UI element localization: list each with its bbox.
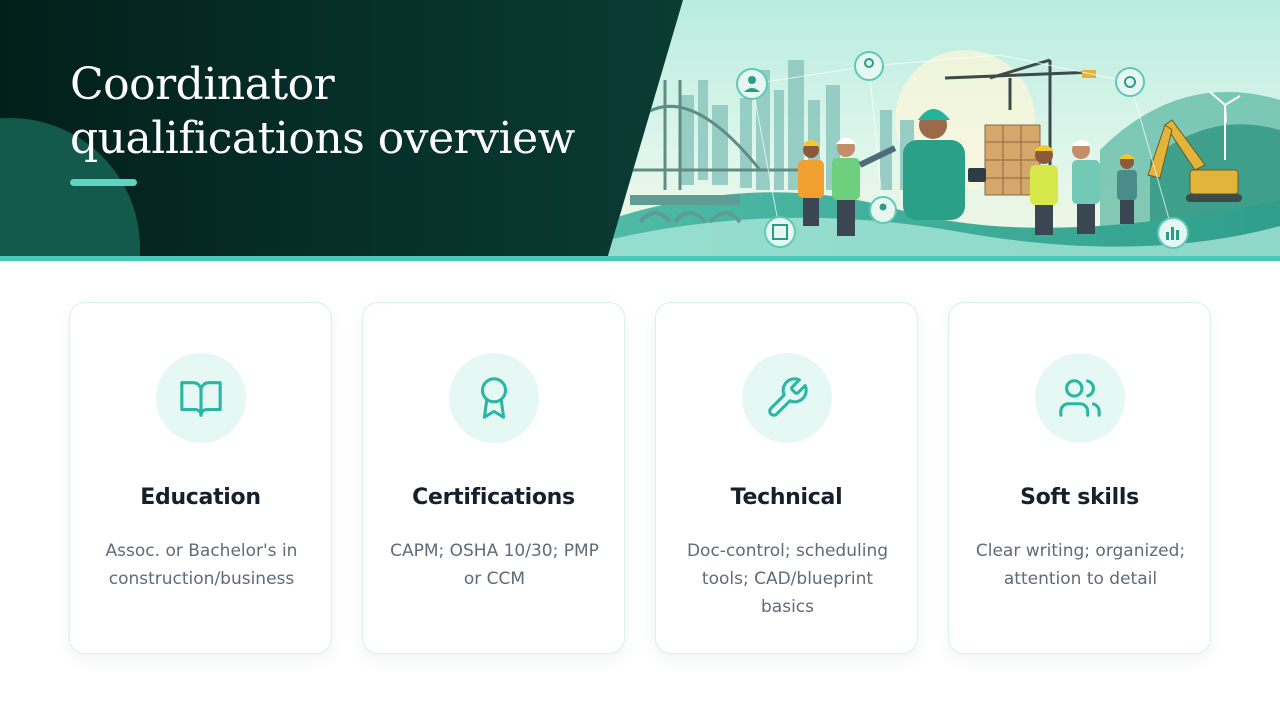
qualification-cards: Education Assoc. or Bachelor's in constr…: [69, 302, 1212, 656]
card-title: Education: [140, 485, 261, 510]
card-technical: Technical Doc-control; scheduling tools;…: [655, 302, 918, 654]
card-title: Soft skills: [1020, 485, 1139, 510]
card-title: Technical: [730, 485, 843, 510]
card-description: CAPM; OSHA 10/30; PMP or CCM: [390, 541, 599, 589]
card-education: Education Assoc. or Bachelor's in constr…: [69, 302, 332, 654]
award-icon: [449, 353, 539, 443]
card-title: Certifications: [412, 485, 575, 510]
title-underline: [70, 179, 137, 186]
page-title: Coordinator qualifications overview: [70, 59, 575, 164]
card-certifications: Certifications CAPM; OSHA 10/30; PMP or …: [362, 302, 625, 654]
book-open-icon: [156, 353, 246, 443]
header-accent-bar: [0, 256, 1280, 261]
users-icon: [1035, 353, 1125, 443]
wrench-icon: [742, 353, 832, 443]
header-banner: Coordinator qualifications overview: [0, 0, 1280, 256]
card-description: Doc-control; scheduling tools; CAD/bluep…: [686, 541, 889, 617]
card-soft-skills: Soft skills Clear writing; organized; at…: [948, 302, 1211, 654]
card-description: Clear writing; organized; attention to d…: [975, 541, 1186, 589]
card-description: Assoc. or Bachelor's in construction/bus…: [105, 541, 298, 589]
